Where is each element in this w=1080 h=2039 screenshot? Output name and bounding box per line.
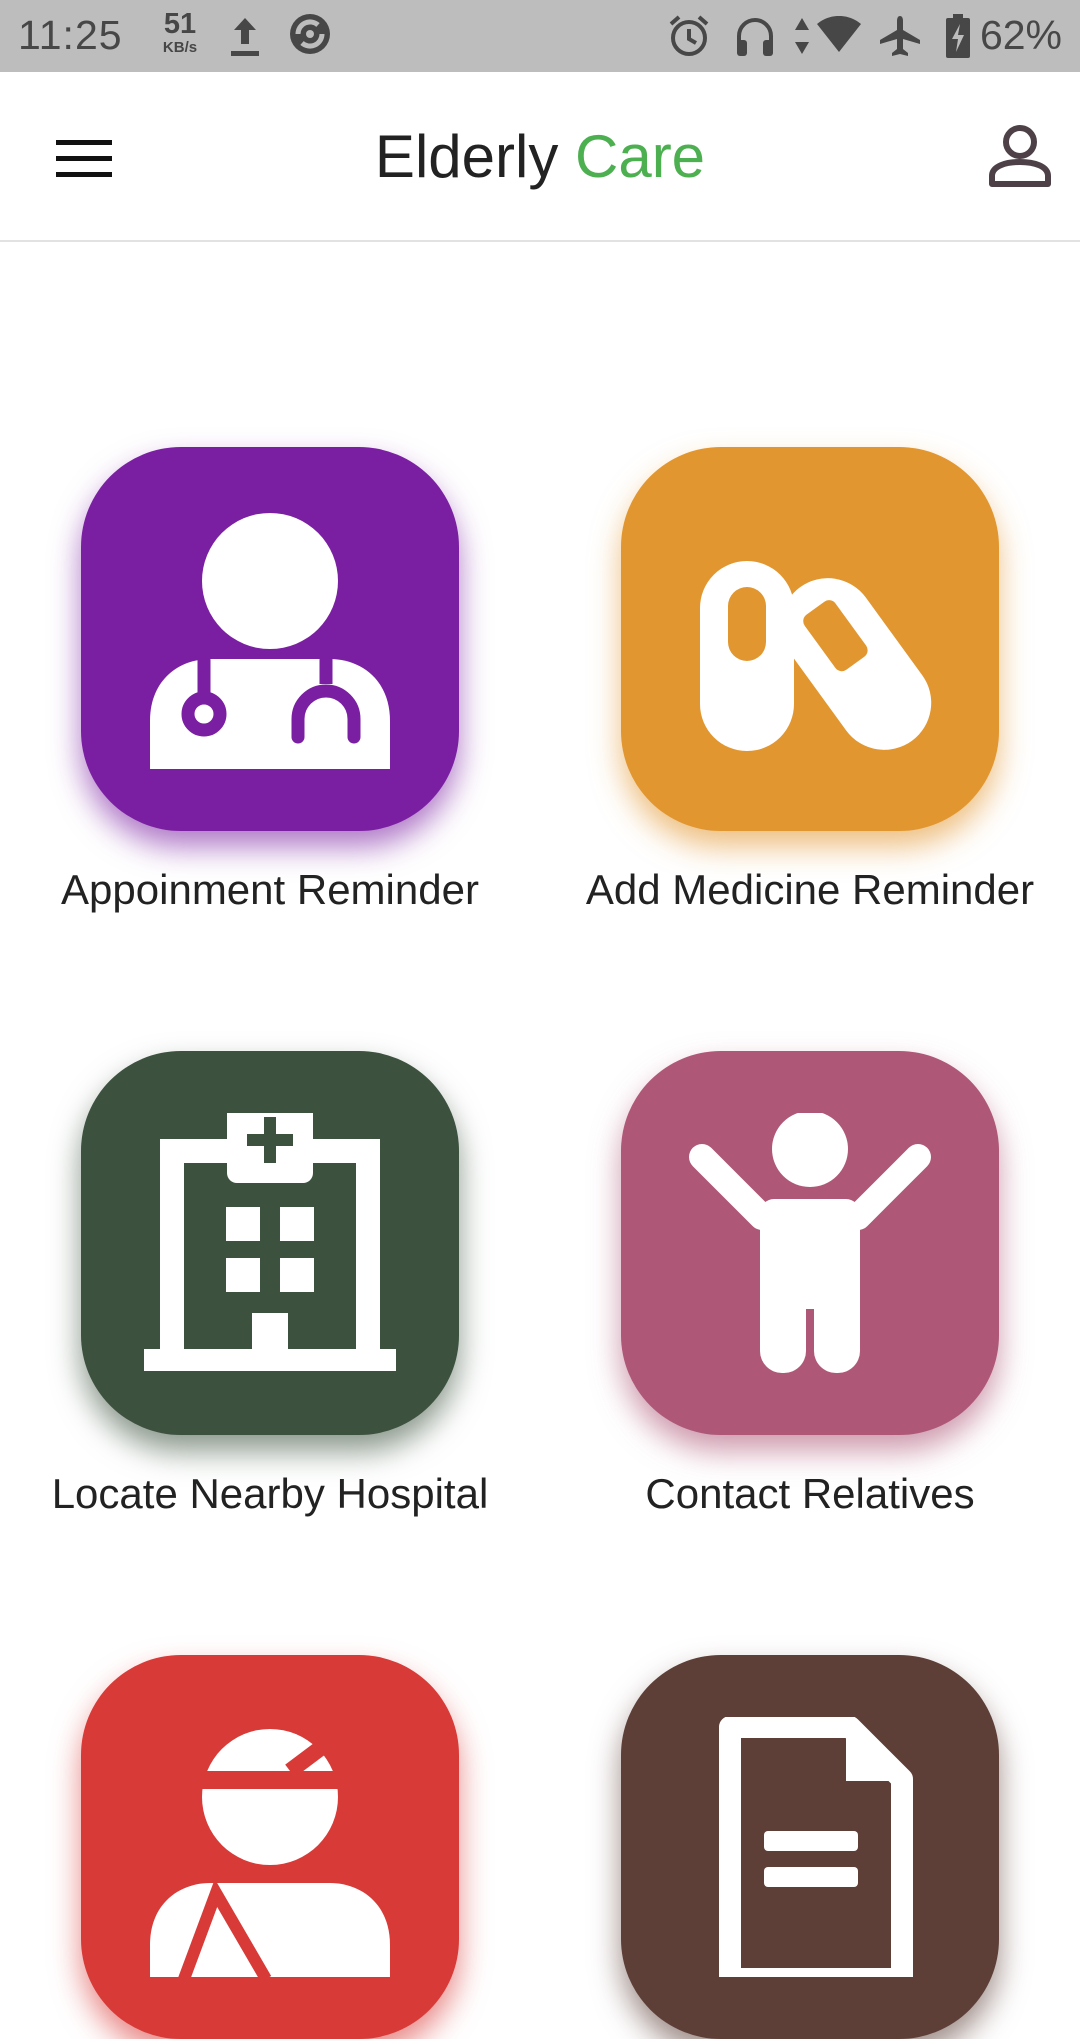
tile-box bbox=[621, 1051, 999, 1435]
app-title: Elderly Care bbox=[0, 124, 1080, 190]
tile-box bbox=[81, 1655, 459, 2039]
tile-label: Locate Nearby Hospital bbox=[51, 1470, 489, 1517]
data-arrows-icon bbox=[795, 18, 809, 54]
airplane-icon bbox=[880, 16, 920, 56]
document-icon bbox=[719, 1717, 913, 1977]
tile-box bbox=[621, 1655, 999, 2039]
tile-box bbox=[81, 447, 459, 831]
tile-box bbox=[81, 1051, 459, 1435]
status-time: 11:25 bbox=[18, 12, 123, 58]
alarm-icon bbox=[669, 15, 709, 56]
net-speed-value: 51 bbox=[163, 8, 197, 40]
tile-label: Contact Relatives bbox=[645, 1470, 975, 1517]
tile-label: Add Medicine Reminder bbox=[585, 866, 1035, 913]
profile-icon[interactable] bbox=[986, 122, 1054, 190]
net-speed: 51 KB/s bbox=[158, 8, 202, 56]
injured-person-icon bbox=[150, 1722, 390, 1977]
upload-icon bbox=[231, 18, 259, 56]
doctor-icon bbox=[150, 513, 390, 769]
app-title-main: Elderly bbox=[374, 123, 559, 190]
app-title-accent: Care bbox=[575, 123, 706, 190]
hospital-icon bbox=[144, 1113, 396, 1371]
tile-box bbox=[621, 447, 999, 831]
battery-percent: 62% bbox=[979, 12, 1062, 58]
app-bar: Elderly Care bbox=[0, 72, 1080, 242]
net-speed-unit: KB/s bbox=[162, 39, 198, 56]
pills-icon bbox=[700, 561, 932, 751]
headset-icon bbox=[737, 18, 773, 56]
tile-label: Appoinment Reminder bbox=[61, 866, 479, 913]
sync-icon bbox=[290, 14, 330, 54]
status-bar: 11:25 51 KB/s 62% bbox=[0, 0, 1080, 72]
person-arms-up-icon bbox=[689, 1113, 931, 1373]
wifi-icon bbox=[817, 16, 861, 52]
battery-charging-icon bbox=[946, 14, 970, 58]
